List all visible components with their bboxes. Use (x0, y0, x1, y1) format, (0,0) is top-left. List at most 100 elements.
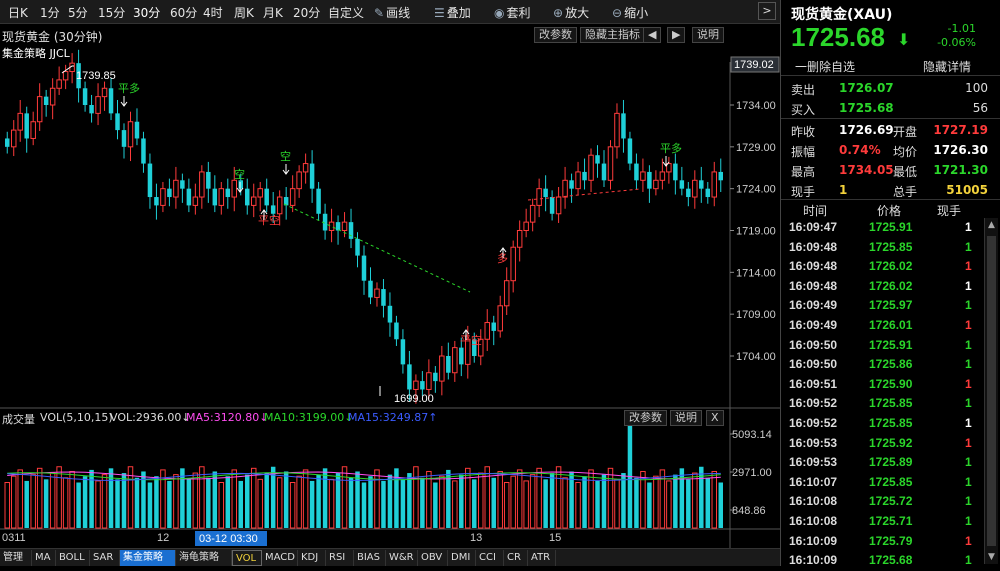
candle-body (673, 163, 678, 181)
close-icon[interactable]: X (706, 410, 724, 426)
candle-body (634, 163, 639, 181)
indicator-tabs: 管理 MA BOLL SAR 集金策略 海龟策略 VOL MACD KDJ RSI BIAS W&R O… (0, 548, 780, 566)
scroll-down-icon[interactable]: ▼ (985, 550, 998, 564)
tick-time: 16:09:51 (789, 376, 838, 391)
volume-bar (62, 477, 69, 529)
buy-price: 1725.68 (839, 101, 894, 115)
candle-body (413, 380, 419, 390)
tick-row: 16:09:53 1725.92 1 (781, 434, 981, 454)
volume-tick-label: 5093.14 (732, 429, 772, 441)
candle-body (270, 205, 276, 214)
indicator-tab[interactable]: W&R (386, 550, 418, 566)
stat-row: 现手 1 总手 51005 (781, 181, 1000, 200)
candle-body (276, 196, 283, 215)
price-tick-label: 1704.00 (736, 351, 776, 363)
volume-bar (400, 479, 406, 528)
candle-body (264, 188, 269, 206)
indicator-tab[interactable]: MA (32, 550, 56, 566)
candle-body (588, 154, 594, 181)
volume-bar (24, 480, 29, 528)
indicator-tab[interactable]: VOL (232, 550, 262, 566)
indicator-tab[interactable]: RSI (326, 550, 354, 566)
volume-bar (322, 468, 328, 528)
candle-body (296, 171, 302, 190)
tick-qty: 1 (965, 553, 972, 568)
volume-bar (549, 473, 555, 528)
tick-qty: 1 (965, 357, 972, 372)
tick-price: 1726.02 (869, 259, 913, 274)
indicator-tab[interactable]: BIAS (354, 550, 386, 566)
volume-bar (36, 467, 43, 529)
volume-bar (510, 475, 516, 529)
volume-bar (673, 474, 678, 528)
indicator-tab[interactable]: MACD (262, 550, 298, 566)
candlestick-chart[interactable]: 1734.00 1729.00 1724.00 1719.00 1714.00 1709.… (0, 0, 780, 548)
price-tick-label: 1714.00 (736, 267, 776, 279)
candle-body (257, 188, 263, 198)
volume-bar (167, 480, 172, 528)
volume-bar (491, 477, 496, 528)
volume-bar (154, 476, 159, 528)
indicator-tab[interactable]: BOLL (56, 550, 90, 566)
tick-row: 16:09:48 1726.02 1 (781, 277, 981, 297)
candle-body (212, 188, 218, 206)
volume-params-button[interactable]: 改参数 (624, 410, 667, 426)
indicator-tab[interactable]: 海龟策略 (176, 550, 232, 566)
sell-qty: 100 (965, 81, 988, 95)
volume-help-button[interactable]: 说明 (670, 410, 702, 426)
volume-indicator: VOL(5,10,15) (40, 411, 113, 424)
candle-body (387, 305, 393, 323)
hide-details-button[interactable]: 隐藏详情 (923, 58, 971, 75)
indicator-tab[interactable]: KDJ (298, 550, 326, 566)
scroll-thumb[interactable] (987, 236, 996, 546)
candle-body (309, 163, 315, 189)
volume-bar (245, 474, 250, 528)
candle-body (5, 138, 10, 147)
indicator-tab[interactable]: CR (504, 550, 528, 566)
indicator-tab[interactable]: 集金策略 (120, 550, 176, 566)
indicator-tab[interactable]: CCI (476, 550, 504, 566)
candle-body (516, 230, 523, 248)
stat-label: 总手 (893, 185, 918, 199)
candle-body (614, 112, 620, 148)
tick-qty: 1 (965, 318, 972, 332)
sell-label: 卖出 (791, 83, 816, 97)
buy-label: 买入 (791, 103, 816, 117)
tick-time: 16:09:48 (789, 239, 838, 254)
candle-body (601, 163, 607, 181)
tick-scrollbar[interactable]: ▲ ▼ (984, 218, 998, 564)
tick-qty: 1 (965, 494, 972, 509)
candle-body (101, 87, 108, 98)
candle-body (160, 188, 166, 206)
volume-bar (452, 480, 458, 529)
tick-price: 1725.85 (869, 239, 913, 254)
volume-bar (121, 473, 127, 528)
volume-bar (316, 474, 321, 528)
candle-body (206, 171, 211, 189)
sell-price: 1726.07 (839, 81, 894, 95)
indicator-tab[interactable]: 管理 (0, 550, 32, 566)
price-change: -1.01 -0.06% (937, 22, 976, 50)
candle-body (115, 113, 120, 131)
volume-bar (192, 472, 199, 529)
tick-row: 16:09:48 1725.85 1 (781, 238, 981, 258)
indicator-tab[interactable]: OBV (418, 550, 448, 566)
indicator-tab[interactable]: SAR (90, 550, 120, 566)
tick-time: 16:09:49 (789, 318, 838, 332)
stat-label: 振幅 (791, 145, 816, 159)
tick-row: 16:09:51 1725.90 1 (781, 375, 981, 395)
tick-time: 16:10:07 (789, 474, 838, 489)
candle-body (491, 322, 496, 331)
indicator-tab[interactable]: DMI (448, 550, 476, 566)
candle-body (154, 197, 159, 206)
stat-value: 51005 (946, 183, 988, 197)
tick-row: 16:10:09 1725.68 1 (781, 551, 981, 571)
volume-bar (56, 466, 62, 529)
remove-watchlist-button[interactable]: 一删除自选 (795, 58, 855, 75)
volume-bar (516, 469, 523, 529)
candle-body (621, 113, 626, 139)
indicator-tab[interactable]: ATR (528, 550, 556, 566)
candle-body (322, 213, 328, 231)
signal-label: 平空 (258, 213, 280, 227)
scroll-up-icon[interactable]: ▲ (985, 218, 998, 232)
